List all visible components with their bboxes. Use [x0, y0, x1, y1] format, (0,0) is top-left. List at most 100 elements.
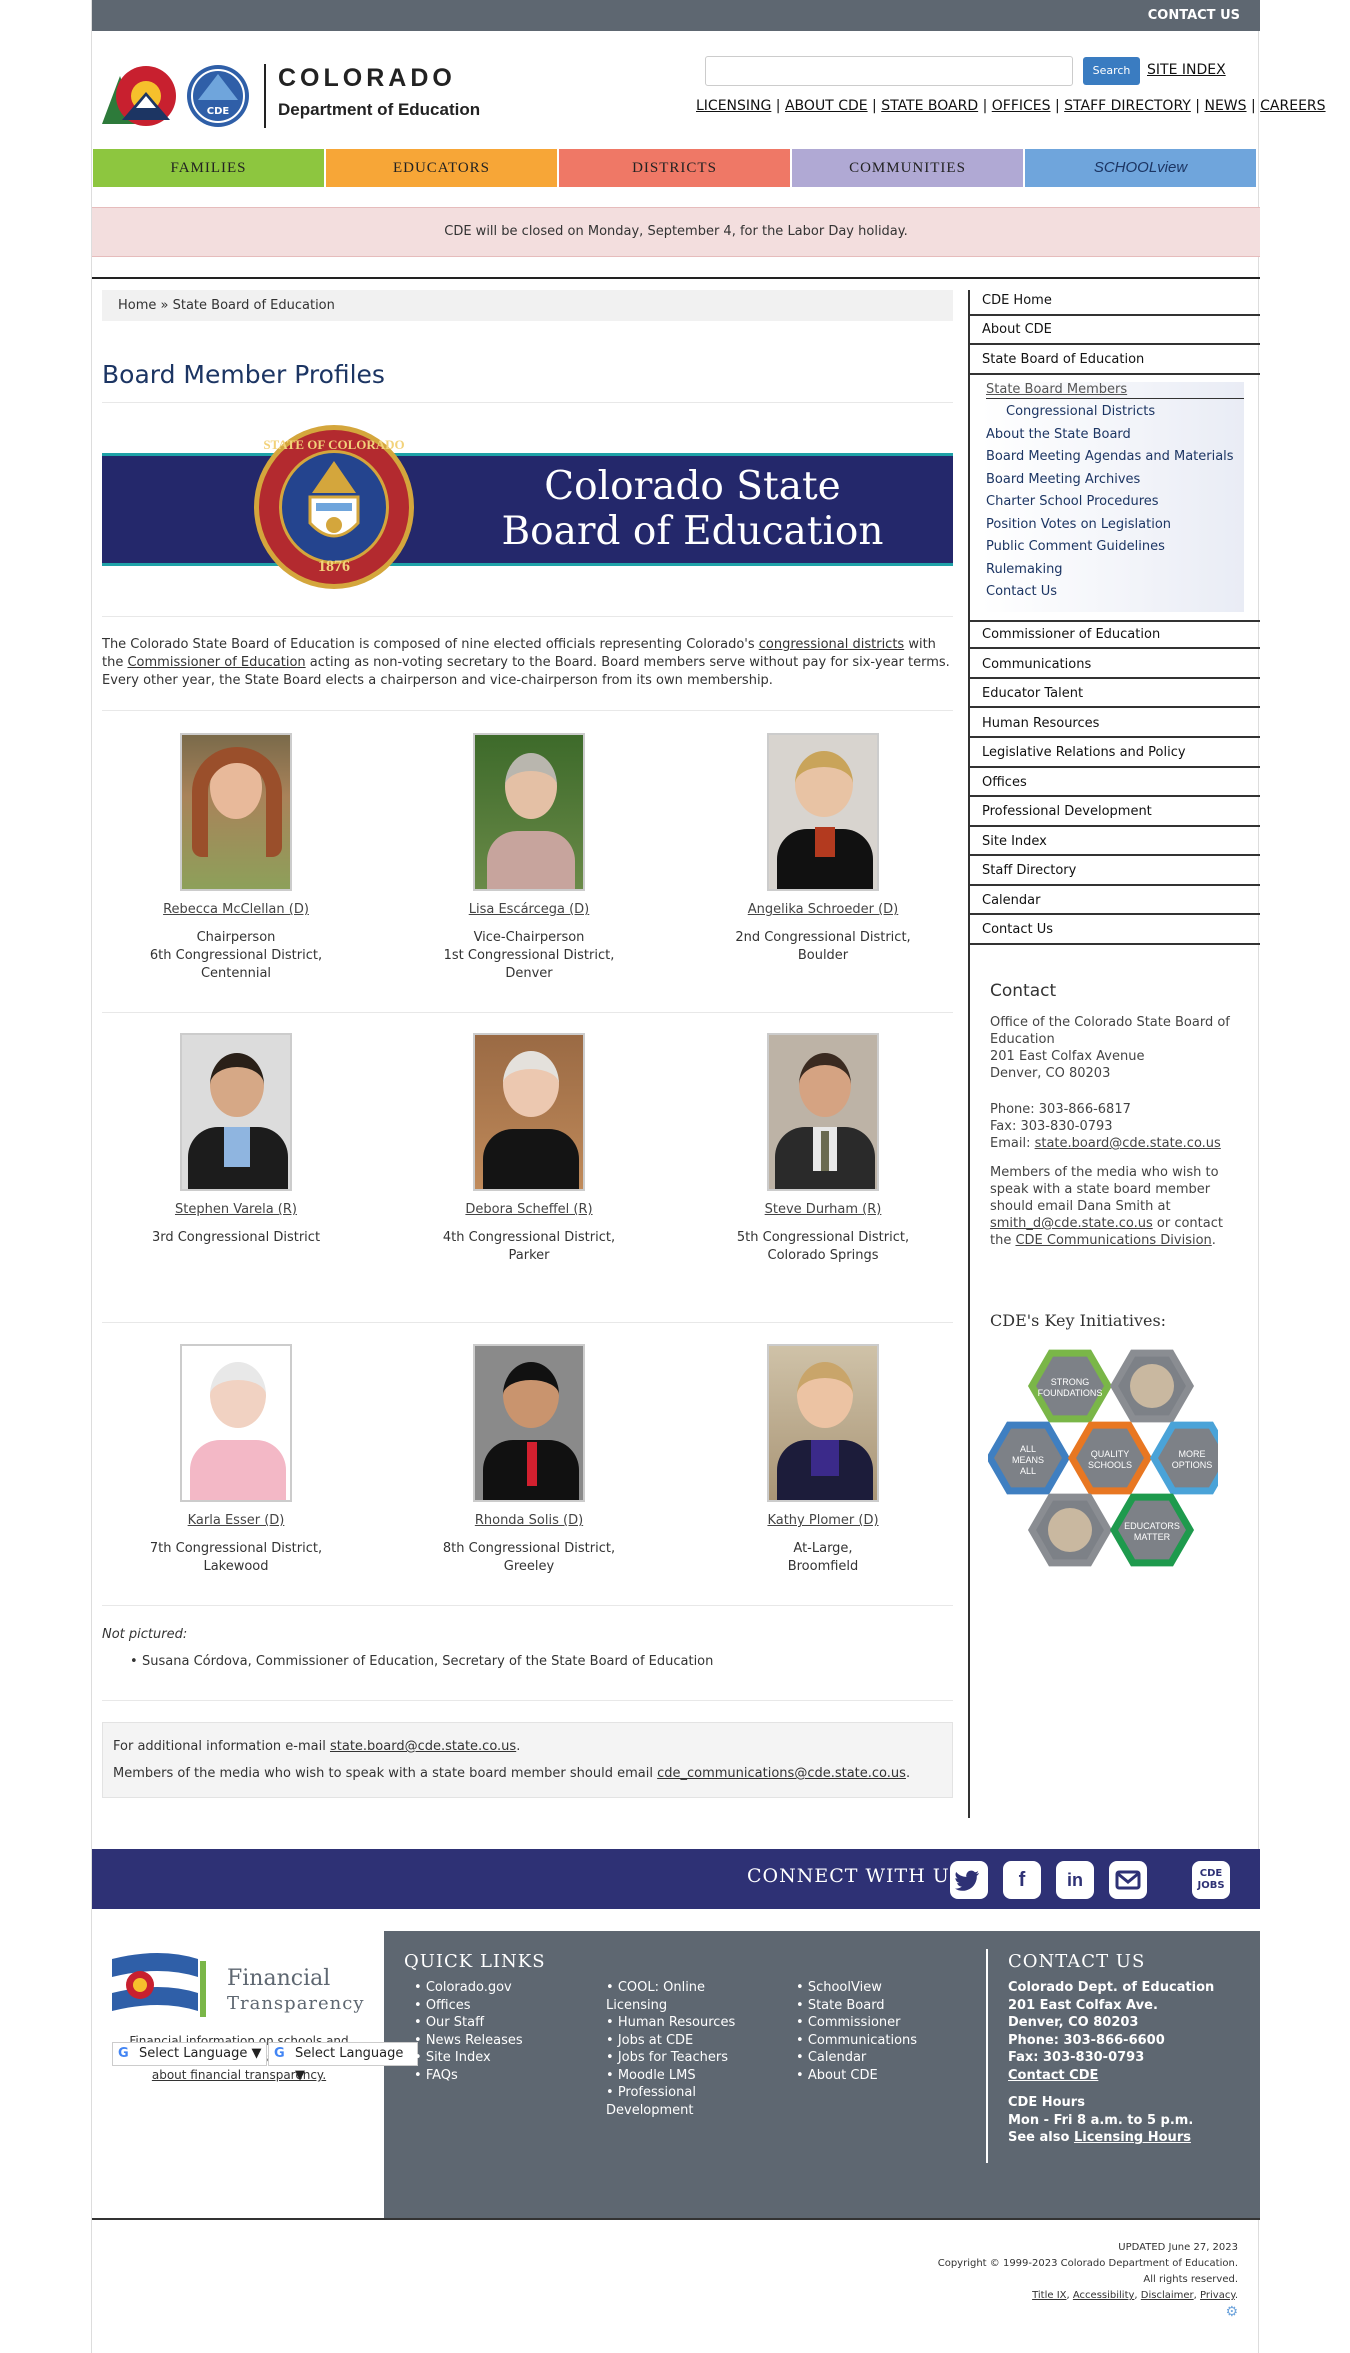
nav-educators[interactable]: EDUCATORS	[326, 149, 557, 187]
breadcrumb[interactable]: Home » State Board of Education	[102, 290, 953, 321]
quick-link[interactable]: Commissioner	[796, 2014, 917, 2032]
top-link-staff-directory[interactable]: STAFF DIRECTORY	[1064, 98, 1191, 114]
member-name[interactable]: Kathy Plomer (D)	[683, 1512, 963, 1530]
sidebar-sub-rulemaking[interactable]: Rulemaking	[986, 562, 1063, 577]
member-photo[interactable]	[767, 1033, 879, 1191]
nav-communities[interactable]: COMMUNITIES	[792, 149, 1023, 187]
member-photo[interactable]	[473, 1033, 585, 1191]
member-name[interactable]: Angelika Schroeder (D)	[683, 901, 963, 919]
initiative-hexagon[interactable]	[1027, 1493, 1113, 1567]
quick-link[interactable]: News Releases	[414, 2032, 523, 2050]
sidebar-sub-position-votes[interactable]: Position Votes on Legislation	[986, 517, 1171, 532]
member-photo[interactable]	[473, 733, 585, 891]
top-link-state-board[interactable]: STATE BOARD	[881, 98, 978, 114]
cde-jobs-icon[interactable]: CDE JOBS	[1192, 1861, 1230, 1899]
media-email-link[interactable]: smith_d@cde.state.co.us	[990, 1216, 1153, 1231]
quick-link[interactable]: Calendar	[796, 2049, 917, 2067]
state-board-email-link[interactable]: state.board@cde.state.co.us	[330, 1739, 516, 1754]
quick-link[interactable]: Colorado.gov	[414, 1979, 523, 1997]
quick-link[interactable]: COOL: Online Licensing	[606, 1979, 756, 2014]
member-photo[interactable]	[180, 1033, 292, 1191]
initiatives-hexagons[interactable]: STRONGFOUNDATIONSALLMEANSALLQUALITYSCHOO…	[988, 1346, 1218, 1576]
member-name[interactable]: Steve Durham (R)	[683, 1201, 963, 1219]
member-name[interactable]: Rebecca McClellan (D)	[96, 901, 376, 919]
commissioner-link[interactable]: Commissioner of Education	[127, 655, 305, 670]
search-input[interactable]	[705, 56, 1073, 86]
member-name[interactable]: Lisa Escárcega (D)	[389, 901, 669, 919]
quick-link[interactable]: FAQs	[414, 2067, 523, 2085]
licensing-hours-link[interactable]: Licensing Hours	[1074, 2130, 1191, 2145]
quick-link[interactable]: SchoolView	[796, 1979, 917, 1997]
gear-icon[interactable]: ⚙	[938, 2304, 1238, 2320]
sidebar-item-calendar[interactable]: Calendar	[982, 893, 1244, 908]
nav-schoolview[interactable]: SCHOOLview	[1025, 149, 1256, 187]
initiative-hexagon[interactable]: STRONGFOUNDATIONS	[1027, 1349, 1113, 1423]
quick-link[interactable]: Our Staff	[414, 2014, 523, 2032]
contact-email-link[interactable]: state.board@cde.state.co.us	[1035, 1136, 1221, 1151]
site-index-link[interactable]: SITE INDEX	[1147, 62, 1226, 78]
quick-link[interactable]: Human Resources	[606, 2014, 756, 2032]
member-name[interactable]: Rhonda Solis (D)	[389, 1512, 669, 1530]
quick-link[interactable]: Moodle LMS	[606, 2067, 756, 2085]
top-link-news[interactable]: NEWS	[1204, 98, 1246, 114]
member-photo[interactable]	[767, 1344, 879, 1502]
sidebar-item-about-cde[interactable]: About CDE	[982, 322, 1244, 337]
accessibility-link[interactable]: Accessibility	[1073, 2290, 1135, 2301]
quick-link[interactable]: About CDE	[796, 2067, 917, 2085]
sidebar-sub-archives[interactable]: Board Meeting Archives	[986, 472, 1140, 487]
quick-link[interactable]: Jobs at CDE	[606, 2032, 756, 2050]
member-photo[interactable]	[180, 1344, 292, 1502]
sidebar-sub-about-board[interactable]: About the State Board	[986, 427, 1131, 442]
top-link-careers[interactable]: CAREERS	[1260, 98, 1325, 114]
sidebar-item-professional-development[interactable]: Professional Development	[982, 804, 1244, 819]
sidebar-item-educator-talent[interactable]: Educator Talent	[982, 686, 1244, 701]
congressional-districts-link[interactable]: congressional districts	[759, 637, 904, 652]
language-select[interactable]: G Select Language ▼	[112, 2042, 267, 2066]
quick-link[interactable]: Offices	[414, 1997, 523, 2015]
sidebar-item-commissioner[interactable]: Commissioner of Education	[982, 627, 1244, 642]
top-link-about[interactable]: ABOUT CDE	[785, 98, 868, 114]
communications-division-link[interactable]: CDE Communications Division	[1015, 1233, 1211, 1248]
linkedin-icon[interactable]: in	[1056, 1861, 1094, 1899]
quick-link[interactable]: Jobs for Teachers	[606, 2049, 756, 2067]
top-link-offices[interactable]: OFFICES	[992, 98, 1051, 114]
sidebar-item-site-index[interactable]: Site Index	[982, 834, 1244, 849]
email-icon[interactable]	[1109, 1861, 1147, 1899]
member-name[interactable]: Stephen Varela (R)	[96, 1201, 376, 1219]
sidebar-sub-agendas[interactable]: Board Meeting Agendas and Materials	[986, 449, 1234, 464]
sidebar-item-contact-us[interactable]: Contact Us	[982, 922, 1244, 937]
sidebar-item-offices[interactable]: Offices	[982, 775, 1244, 790]
initiative-hexagon[interactable]: EDUCATORSMATTER	[1109, 1493, 1195, 1567]
sidebar-item-legislative[interactable]: Legislative Relations and Policy	[982, 745, 1244, 760]
sidebar-item-staff-directory[interactable]: Staff Directory	[982, 863, 1244, 878]
title-ix-link[interactable]: Title IX	[1032, 2290, 1066, 2301]
quick-link[interactable]: State Board	[796, 1997, 917, 2015]
initiative-hexagon[interactable]: ALLMEANSALL	[988, 1421, 1071, 1495]
sidebar-sub-congressional-districts[interactable]: Congressional Districts	[1006, 404, 1155, 419]
contact-us-link[interactable]: CONTACT US	[1148, 8, 1240, 23]
search-button[interactable]: Search	[1083, 57, 1140, 85]
quick-link[interactable]: Communications	[796, 2032, 917, 2050]
member-photo[interactable]	[767, 733, 879, 891]
quick-link[interactable]: Professional Development	[606, 2084, 716, 2119]
twitter-icon[interactable]	[950, 1861, 988, 1899]
quick-link[interactable]: Site Index	[414, 2049, 523, 2067]
sidebar-item-state-board[interactable]: State Board of Education	[982, 352, 1244, 367]
sidebar-sub-board-members[interactable]: State Board Members	[986, 382, 1244, 399]
facebook-icon[interactable]: f	[1003, 1861, 1041, 1899]
sidebar-sub-public-comment[interactable]: Public Comment Guidelines	[986, 539, 1165, 554]
member-name[interactable]: Karla Esser (D)	[96, 1512, 376, 1530]
nav-families[interactable]: FAMILIES	[93, 149, 324, 187]
sidebar-sub-charter[interactable]: Charter School Procedures	[986, 494, 1159, 509]
initiative-hexagon[interactable]: MOREOPTIONS	[1149, 1421, 1218, 1495]
language-select[interactable]: G Select Language ▼	[268, 2042, 418, 2083]
cde-logo[interactable]: CDE COLORADO Department of Education	[102, 62, 482, 132]
member-photo[interactable]	[473, 1344, 585, 1502]
sidebar-item-human-resources[interactable]: Human Resources	[982, 716, 1244, 731]
initiative-hexagon[interactable]: QUALITYSCHOOLS	[1067, 1421, 1153, 1495]
initiative-hexagon[interactable]	[1109, 1349, 1195, 1423]
sidebar-item-communications[interactable]: Communications	[982, 657, 1244, 672]
top-link-licensing[interactable]: LICENSING	[696, 98, 771, 114]
nav-districts[interactable]: DISTRICTS	[559, 149, 790, 187]
sidebar-sub-contact[interactable]: Contact Us	[986, 584, 1057, 599]
